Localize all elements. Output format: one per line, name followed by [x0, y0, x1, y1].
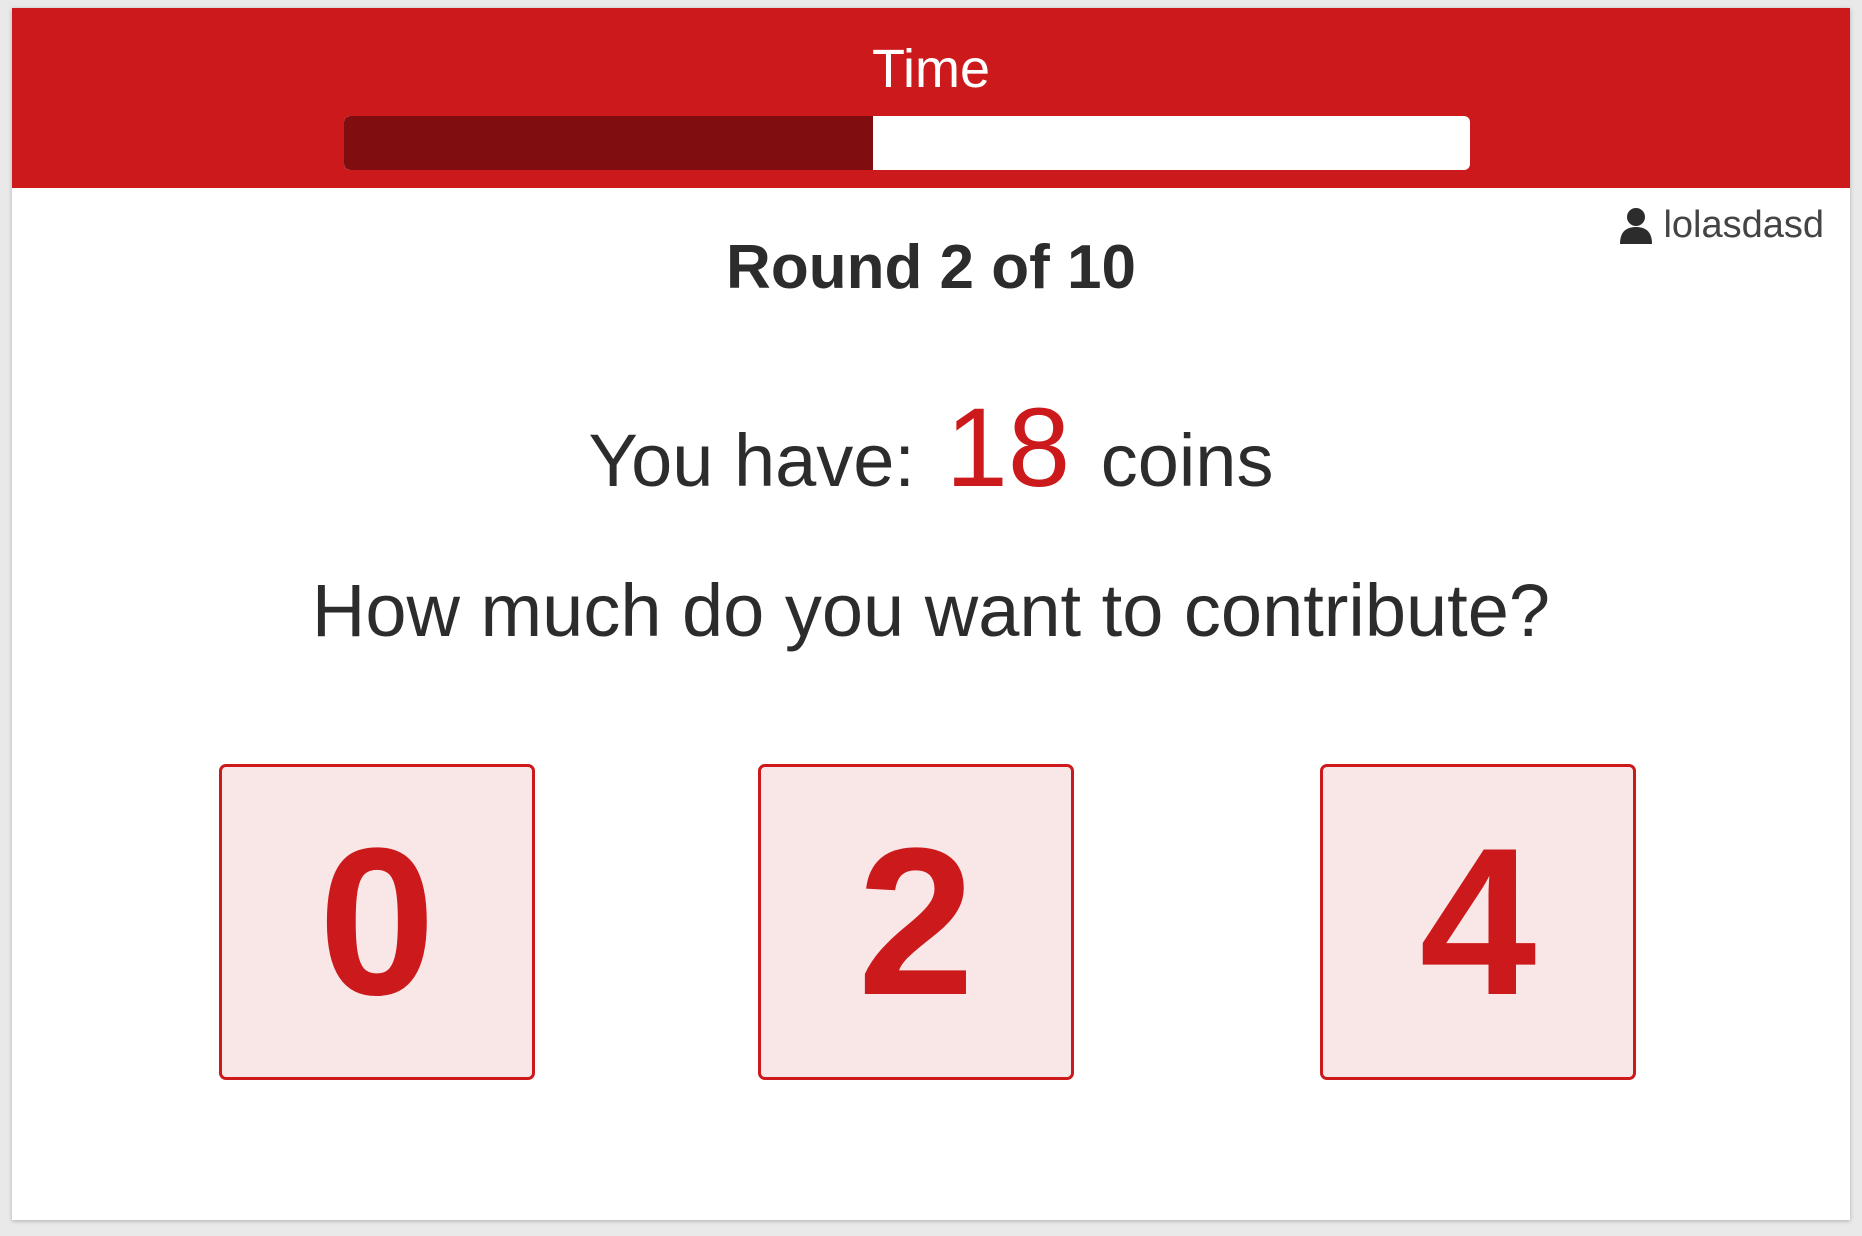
timer-header: Time [12, 8, 1850, 188]
timer-progress-bar [344, 116, 1470, 170]
game-card: Time lolasdasd Round 2 of 10 You have: 1… [12, 8, 1850, 1220]
coins-prefix: You have: [588, 419, 915, 502]
contribute-4-button[interactable]: 4 [1320, 764, 1636, 1080]
contribution-question: How much do you want to contribute? [311, 569, 1551, 652]
timer-progress-fill [344, 116, 874, 170]
coins-status: You have: 18 coins [12, 388, 1850, 521]
contribute-2-button[interactable]: 2 [758, 764, 1074, 1080]
contribution-options: 0 2 4 [12, 764, 1850, 1084]
round-title: Round 2 of 10 [726, 233, 1136, 302]
contribute-0-button[interactable]: 0 [219, 764, 535, 1080]
coins-value: 18 [945, 385, 1071, 510]
timer-label: Time [872, 39, 990, 99]
coins-suffix: coins [1100, 419, 1274, 502]
